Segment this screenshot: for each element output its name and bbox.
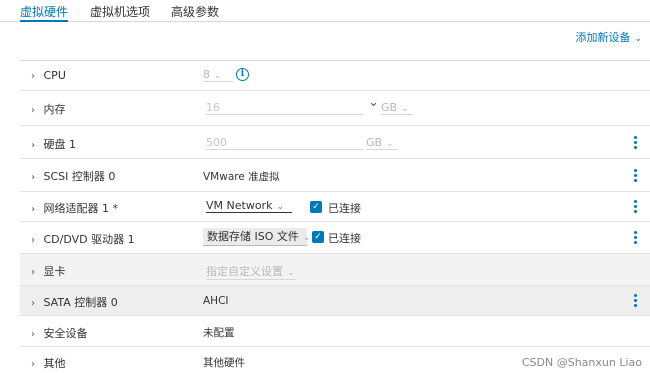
cd-dvd-connected-checkbox[interactable]: ✓ <box>312 231 324 243</box>
memory-unit-value: GB <box>381 101 398 114</box>
network-value: VM Network <box>206 199 273 212</box>
row-network-adapter: › 网络适配器 1 * VM Network ⌄ ✓ 已连接 <box>20 192 650 222</box>
graphics-card-label: 显卡 <box>43 265 66 278</box>
row-cd-dvd-drive: › CD/DVD 驱动器 1 数据存储 ISO 文件 ⌄ ✓ 已连接 <box>20 222 650 254</box>
expand-other-toggle[interactable]: › 其他 <box>31 355 66 371</box>
chevron-right-icon: › <box>31 204 35 215</box>
chevron-down-icon: ⌄ <box>287 268 295 278</box>
add-new-device-label: 添加新设备 <box>575 31 631 44</box>
sata-controller-label: SATA 控制器 0 <box>43 296 118 309</box>
expand-cpu-toggle[interactable]: › CPU <box>31 69 66 82</box>
network-adapter-label: 网络适配器 1 * <box>43 202 119 215</box>
chevron-down-icon: ⌄ <box>401 104 409 114</box>
chevron-right-icon: › <box>31 105 35 116</box>
row-disk-1: › 硬盘 1 500 GB ⌄ <box>20 126 650 159</box>
other-label: 其他 <box>43 357 66 370</box>
vertical-ellipsis-icon[interactable] <box>634 294 638 308</box>
disk-1-label: 硬盘 1 <box>43 138 77 151</box>
cpu-count-value: 8 <box>203 68 210 81</box>
memory-size-input[interactable]: 16 <box>206 101 364 115</box>
row-sata-controller: › SATA 控制器 0 AHCI <box>20 286 650 316</box>
disk-unit-value: GB <box>366 136 383 149</box>
chevron-right-icon: › <box>31 298 35 309</box>
expand-sata-toggle[interactable]: › SATA 控制器 0 <box>31 294 118 310</box>
vertical-ellipsis-icon[interactable] <box>634 136 638 150</box>
vertical-ellipsis-icon[interactable] <box>634 231 638 245</box>
disk-size-input[interactable]: 500 <box>206 136 364 150</box>
vertical-ellipsis-icon[interactable] <box>634 200 638 214</box>
chevron-right-icon: › <box>31 71 35 82</box>
vertical-ellipsis-icon[interactable] <box>634 169 638 183</box>
sata-controller-type: AHCI <box>203 295 229 307</box>
chevron-right-icon: › <box>31 172 35 183</box>
scsi-controller-label: SCSI 控制器 0 <box>43 170 116 183</box>
network-select[interactable]: VM Network ⌄ <box>206 199 292 213</box>
network-connected-checkbox[interactable]: ✓ <box>310 201 322 213</box>
expand-cd-dvd-toggle[interactable]: › CD/DVD 驱动器 1 <box>31 231 135 247</box>
info-icon[interactable]: i <box>236 68 249 81</box>
add-new-device-button[interactable]: 添加新设备 ⌄ <box>575 29 642 45</box>
expand-security-device-toggle[interactable]: › 安全设备 <box>31 325 88 341</box>
tab-advanced-parameters[interactable]: 高级参数 <box>171 3 219 22</box>
expand-network-adapter-toggle[interactable]: › 网络适配器 1 * <box>31 200 118 216</box>
row-graphics-card: › 显卡 指定自定义设置 ⌄ <box>20 254 650 286</box>
cd-dvd-media-value: 数据存储 ISO 文件 <box>207 230 299 243</box>
watermark: CSDN @Shanxun Liao <box>521 356 642 369</box>
chevron-right-icon: › <box>31 140 35 151</box>
chevron-down-icon: ⌄ <box>302 233 311 243</box>
network-connected-label: 已连接 <box>328 202 361 215</box>
expand-graphics-card-toggle[interactable]: › 显卡 <box>31 263 66 279</box>
row-scsi-controller: › SCSI 控制器 0 VMware 准虚拟 <box>20 159 650 192</box>
tab-bar: 虚拟硬件 虚拟机选项 高级参数 <box>0 0 650 22</box>
row-memory: › 内存 16 ⌄ GB ⌄ <box>20 91 650 126</box>
chevron-right-icon: › <box>31 235 35 246</box>
chevron-down-icon: ⌄ <box>634 34 642 44</box>
other-hardware-value: 其他硬件 <box>203 357 245 369</box>
expand-memory-toggle[interactable]: › 内存 <box>31 101 66 117</box>
security-device-label: 安全设备 <box>43 327 88 340</box>
scsi-controller-type: VMware 准虚拟 <box>203 171 280 183</box>
chevron-right-icon: › <box>31 359 35 370</box>
security-device-status: 未配置 <box>203 327 235 339</box>
chevron-right-icon: › <box>31 329 35 340</box>
disk-unit-select[interactable]: GB ⌄ <box>366 136 398 150</box>
row-security-device: › 安全设备 未配置 <box>20 316 650 347</box>
memory-unit-select[interactable]: GB ⌄ <box>381 101 413 115</box>
tab-vm-options[interactable]: 虚拟机选项 <box>90 3 150 22</box>
expand-scsi-toggle[interactable]: › SCSI 控制器 0 <box>31 168 115 184</box>
cd-dvd-connected-label: 已连接 <box>328 232 361 245</box>
row-cpu: › CPU 8 ⌄ i <box>20 61 650 91</box>
tab-virtual-hardware[interactable]: 虚拟硬件 <box>20 3 69 22</box>
cpu-label: CPU <box>43 69 66 82</box>
graphics-settings-select[interactable]: 指定自定义设置 ⌄ <box>206 263 296 280</box>
expand-disk-1-toggle[interactable]: › 硬盘 1 <box>31 136 76 152</box>
chevron-down-icon[interactable]: ⌄ <box>368 95 379 110</box>
cpu-count-select[interactable]: 8 ⌄ <box>203 68 233 82</box>
chevron-right-icon: › <box>31 267 35 278</box>
chevron-down-icon: ⌄ <box>214 71 222 81</box>
chevron-down-icon: ⌄ <box>276 202 284 212</box>
memory-size-value: 16 <box>206 101 220 114</box>
cd-dvd-media-select[interactable]: 数据存储 ISO 文件 ⌄ <box>203 228 310 246</box>
cd-dvd-label: CD/DVD 驱动器 1 <box>43 233 135 246</box>
memory-label: 内存 <box>43 103 66 116</box>
chevron-down-icon: ⌄ <box>386 139 394 149</box>
disk-size-value: 500 <box>206 136 227 149</box>
graphics-settings-value: 指定自定义设置 <box>206 265 283 278</box>
hardware-table: › CPU 8 ⌄ i › 内存 16 ⌄ GB ⌄ › 硬盘 1 500 GB ⌄ <box>20 60 650 370</box>
